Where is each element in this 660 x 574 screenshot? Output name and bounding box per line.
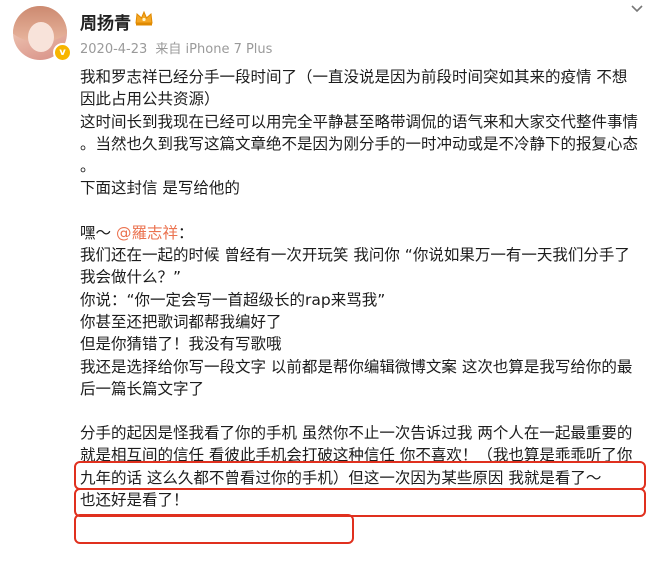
text-line: 你甚至还把歌词都帮我编好了: [80, 312, 282, 331]
author-name[interactable]: 周扬青: [80, 9, 131, 34]
text-line: 我和罗志祥已经分手一段时间了（一直没说是因为前段时间突如其来的疫情 不想: [80, 68, 628, 86]
mention-link[interactable]: @羅志祥: [116, 224, 178, 242]
post-header: v 周扬青 2020-4-23 来自 iPhone 7 Plus: [0, 0, 660, 64]
avatar-face: [28, 22, 54, 52]
text-line: 。当然也久到我写这篇文章绝不是因为刚分手的一时冲动或是不冷静下的报复心态: [80, 134, 639, 153]
text-line: 这时间长到我现在已经可以用完全平静甚至略带调侃的语气来和大家交代整件事情: [80, 112, 639, 131]
highlight-box: [74, 488, 646, 517]
text-line: 后一篇长篇文字了: [80, 379, 205, 398]
text-line: 我会做什么？”: [80, 268, 182, 287]
post-date[interactable]: 2020-4-23: [80, 42, 147, 57]
chevron-down-icon[interactable]: [630, 4, 644, 14]
post-source: 来自 iPhone 7 Plus: [155, 42, 273, 57]
text-line: 。: [80, 157, 96, 176]
text-line: 但是你猜错了！我没有写歌哦: [80, 335, 282, 354]
text-line: 因此占用公共资源）: [80, 90, 220, 109]
post-body: 我和罗志祥已经分手一段时间了（一直没说是因为前段时间突如其来的疫情 不想 因此占…: [80, 66, 648, 511]
highlight-box: [74, 514, 354, 544]
greeting-suffix: ：: [177, 223, 194, 242]
greeting-line: 嘿～ @羅志祥：: [80, 222, 648, 244]
verified-badge-icon: v: [53, 43, 72, 62]
highlight-box: [74, 461, 646, 490]
highlighted-line: 分手的起因是怪我看了你的手机 虽然你不止一次告诉过我 两个人在一起最重要的: [80, 424, 633, 443]
text-line: 我们还在一起的时候 曾经有一次开玩笑 我问你 “你说如果万一有一天我们分手了: [80, 246, 630, 265]
greeting-prefix: 嘿～: [80, 223, 112, 242]
post-meta: 2020-4-23 来自 iPhone 7 Plus: [80, 38, 276, 57]
text-line: 你说：“你一定会写一首超级长的rap来骂我”: [80, 290, 386, 309]
text-line: 我还是选择给你写一段文字 以前都是帮你编辑微博文案 这次也算是我写给你的最: [80, 357, 633, 376]
text-line: 下面这封信 是写给他的: [80, 179, 240, 198]
crown-icon[interactable]: [134, 9, 154, 27]
